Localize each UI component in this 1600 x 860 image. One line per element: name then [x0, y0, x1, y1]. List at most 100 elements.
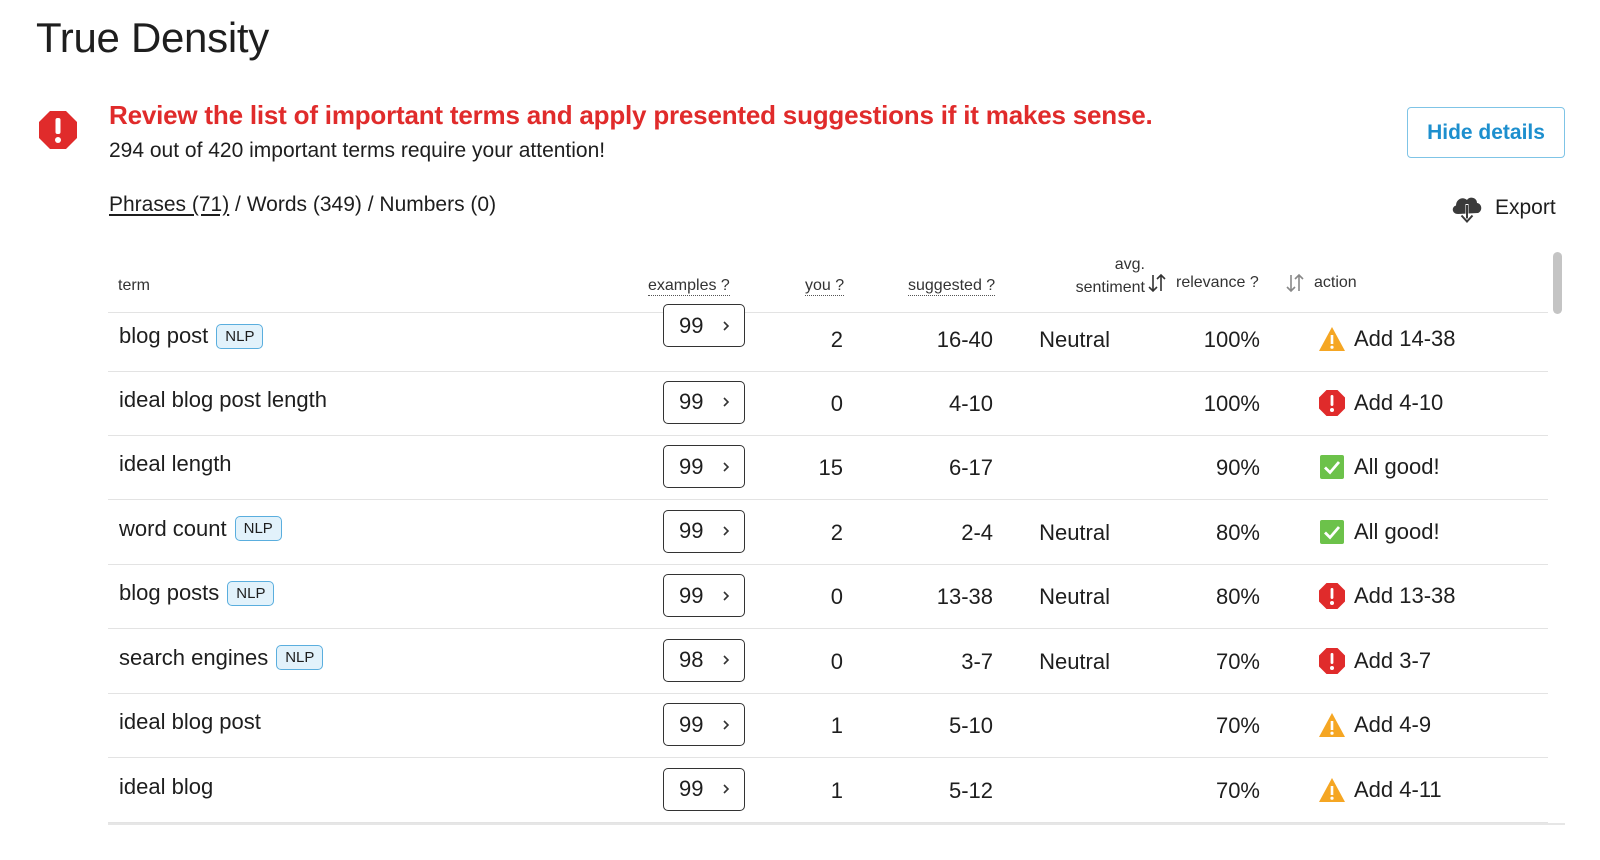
term-cell: ideal blog post — [119, 709, 261, 735]
alert-subtext: 294 out of 420 important terms require y… — [109, 139, 606, 162]
relevance-value: 70% — [1215, 713, 1260, 738]
you-count: 2 — [830, 327, 843, 352]
term-label: ideal blog post length — [119, 386, 327, 412]
warning-triangle-icon — [1318, 711, 1346, 739]
header-examples-label: examples ? — [648, 277, 730, 296]
header-you-label: you ? — [805, 277, 845, 296]
sort-icon[interactable] — [1284, 272, 1306, 294]
suggested-range: 4-10 — [948, 390, 993, 416]
term-type-filter: Phrases (71) / Words (349) / Numbers (0) — [109, 193, 496, 217]
sentiment-value: Neutral — [1039, 648, 1110, 674]
table-row: ideal blog post 99 1 5-10 70% Add 4-9 — [108, 692, 1548, 758]
chevron-right-icon — [720, 461, 732, 473]
examples-button[interactable]: 98 — [663, 638, 745, 682]
filter-phrases[interactable]: Phrases (71) — [109, 193, 229, 216]
terms-table: term examples ? you ? suggested ? avg. s… — [108, 248, 1563, 828]
examples-count: 99 — [679, 518, 704, 543]
header-examples[interactable]: examples ? — [648, 277, 730, 296]
term-cell: blog post NLP — [119, 323, 264, 349]
action-cell: All good! — [1318, 518, 1440, 546]
examples-button[interactable]: 99 — [663, 445, 745, 488]
action-cell: All good! — [1318, 453, 1440, 481]
action-label: Add 4-10 — [1354, 389, 1444, 415]
examples-button[interactable]: 99 — [663, 703, 745, 746]
sentiment-value: Neutral — [1039, 584, 1110, 609]
chevron-right-icon — [720, 590, 732, 602]
header-relevance-label: relevance ? — [1176, 274, 1259, 292]
filter-words[interactable]: Words (349) — [247, 193, 362, 216]
term-label: word count — [119, 515, 227, 541]
export-label: Export — [1495, 196, 1556, 219]
examples-button[interactable]: 99 — [663, 304, 745, 347]
relevance-value: 70% — [1215, 648, 1260, 674]
table-row: ideal blog post length 99 0 4-10 100% Add … — [108, 370, 1548, 436]
action-label: Add 14-38 — [1354, 326, 1456, 351]
chevron-right-icon — [720, 719, 732, 731]
sort-icon[interactable] — [1146, 272, 1168, 294]
examples-button[interactable]: 99 — [663, 509, 745, 553]
term-label: ideal length — [119, 451, 232, 476]
suggested-range: 5-10 — [948, 713, 993, 738]
action-label: All good! — [1354, 454, 1440, 479]
header-sentiment-line1: avg. — [1114, 256, 1145, 273]
nlp-badge: NLP — [227, 580, 275, 606]
sentiment-value: Neutral — [1039, 519, 1110, 545]
examples-count: 99 — [679, 582, 704, 608]
term-label: ideal blog — [119, 773, 214, 799]
header-relevance[interactable]: relevance ? — [1146, 272, 1259, 294]
nlp-badge: NLP — [216, 323, 264, 349]
header-suggested-label: suggested ? — [908, 277, 996, 296]
term-cell: word count NLP — [119, 516, 282, 542]
term-label: blog posts — [119, 580, 220, 605]
examples-button[interactable]: 99 — [663, 574, 745, 617]
table-scrollbar-track[interactable] — [1550, 248, 1563, 818]
examples-button[interactable]: 99 — [663, 380, 745, 424]
export-button[interactable]: Export — [1449, 190, 1556, 226]
you-count: 15 — [818, 455, 843, 480]
you-count: 2 — [830, 519, 843, 545]
suggested-range: 5-12 — [948, 777, 993, 803]
examples-count: 99 — [679, 453, 704, 479]
table-row: blog posts NLP 99 0 13-38 Neutral 80% Add 1… — [108, 563, 1548, 629]
examples-count: 99 — [679, 711, 704, 737]
action-cell: Add 4-9 — [1318, 711, 1431, 739]
warning-triangle-icon — [1318, 325, 1346, 353]
table-scrollbar-thumb[interactable] — [1553, 252, 1562, 314]
term-cell: ideal length — [119, 451, 232, 477]
alert-octagon-icon — [1318, 647, 1346, 675]
you-count: 0 — [830, 390, 843, 416]
header-suggested[interactable]: suggested ? — [908, 277, 996, 296]
checkmark-icon — [1318, 453, 1346, 481]
sentiment-value: Neutral — [1039, 327, 1110, 352]
action-cell: Add 4-10 — [1318, 389, 1443, 417]
action-label: All good! — [1354, 518, 1440, 544]
filter-separator: / — [361, 193, 380, 216]
header-sentiment-line2: sentiment — [1075, 279, 1145, 296]
action-cell: Add 4-11 — [1318, 776, 1442, 804]
examples-button[interactable]: 99 — [663, 767, 745, 811]
chevron-right-icon — [720, 320, 732, 332]
action-cell: Add 14-38 — [1318, 325, 1456, 353]
table-row: ideal length 99 15 6-17 90% All good! — [108, 434, 1548, 500]
relevance-value: 100% — [1203, 390, 1260, 416]
nlp-badge: NLP — [276, 645, 324, 670]
action-label: Add 3-7 — [1354, 647, 1432, 673]
action-cell: Add 13-38 — [1318, 582, 1456, 610]
relevance-value: 90% — [1215, 455, 1260, 480]
alert-octagon-icon — [1318, 582, 1346, 610]
term-cell: ideal blog — [119, 774, 213, 800]
chevron-right-icon — [720, 654, 732, 666]
filter-numbers[interactable]: Numbers (0) — [379, 193, 496, 216]
hide-details-button[interactable]: Hide details — [1407, 107, 1565, 158]
table-bottom-divider — [108, 823, 1565, 825]
checkmark-icon — [1318, 518, 1346, 546]
header-you[interactable]: you ? — [805, 277, 845, 296]
chevron-right-icon — [720, 525, 732, 537]
alert-heading: Review the list of important terms and a… — [109, 100, 1153, 130]
header-sentiment: avg. sentiment — [1035, 253, 1145, 299]
table-row: ideal blog 99 1 5-12 70% Add 4-11 — [108, 757, 1548, 823]
action-label: Add 4-11 — [1354, 776, 1442, 802]
you-count: 1 — [830, 777, 843, 803]
table-row: word count NLP 99 2 2-4 Neutral 80% All goo… — [108, 499, 1548, 565]
header-action[interactable]: action — [1284, 272, 1357, 294]
